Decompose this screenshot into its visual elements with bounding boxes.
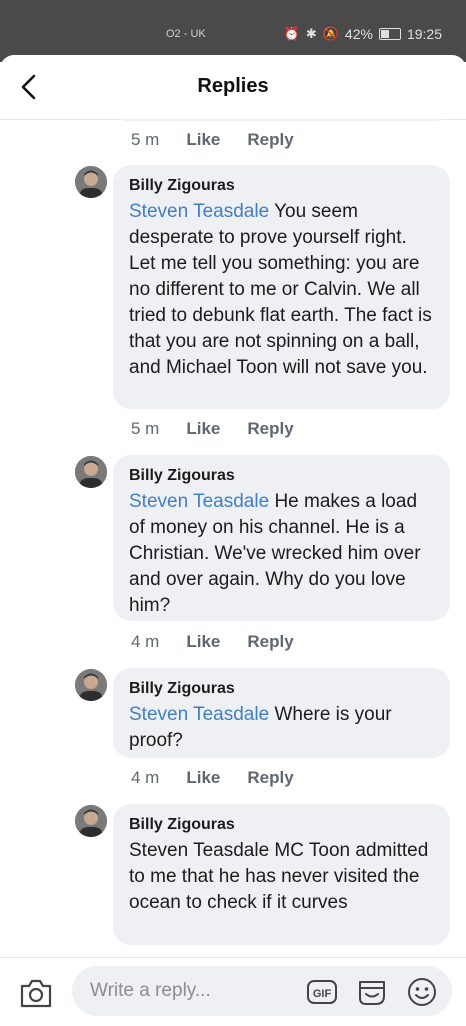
avatar[interactable] xyxy=(75,669,107,701)
comment-bubble: Billy Zigouras Steven Teasdale He makes … xyxy=(113,455,450,621)
comment-time: 5 m xyxy=(131,419,160,438)
emoji-icon[interactable] xyxy=(406,976,438,1008)
page-title: Replies xyxy=(197,75,269,97)
reply-input-container[interactable]: GIF xyxy=(72,966,452,1016)
clock: 19:25 xyxy=(406,26,442,42)
like-button[interactable]: Like xyxy=(186,632,220,652)
status-bar: O2 - UK ⏰ ✱ 🔕 42% 19:25 xyxy=(0,0,466,62)
reply-button[interactable]: Reply xyxy=(247,130,293,150)
mention-link[interactable]: Steven Teasdale xyxy=(129,201,269,222)
carrier-label: O2 - UK xyxy=(166,28,206,40)
comment-text: Steven Teasdale Where is your proof? xyxy=(129,702,436,754)
comment-time: 5 m xyxy=(131,130,160,149)
comment-bubble: Billy Zigouras Steven Teasdale You seem … xyxy=(113,165,450,409)
gif-icon[interactable]: GIF xyxy=(306,976,338,1008)
reply-button[interactable]: Reply xyxy=(247,632,293,652)
alarm-icon: ⏰ xyxy=(283,26,300,41)
comment-actions: 5 m Like Reply xyxy=(131,419,294,439)
mention-link[interactable]: Steven Teasdale xyxy=(129,491,269,512)
avatar[interactable] xyxy=(75,166,107,198)
comment-bubble: Billy Zigouras Steven Teasdale Where is … xyxy=(113,668,450,758)
replies-header: Replies xyxy=(0,55,466,120)
comment-author[interactable]: Billy Zigouras xyxy=(129,175,436,197)
status-icons: ⏰ ✱ 🔕 42% 19:25 xyxy=(284,26,442,42)
mention-link[interactable]: Steven Teasdale xyxy=(129,704,269,725)
reply-composer: GIF xyxy=(0,957,466,1026)
camera-icon[interactable] xyxy=(18,976,54,1010)
bluetooth-icon: ✱ xyxy=(305,26,317,41)
comment-body: You seem desperate to prove yourself rig… xyxy=(129,201,432,378)
comment-author[interactable]: Billy Zigouras xyxy=(129,465,436,487)
avatar[interactable] xyxy=(75,805,107,837)
like-button[interactable]: Like xyxy=(186,419,220,439)
comment-author[interactable]: Billy Zigouras xyxy=(129,678,436,700)
comment-text: Steven Teasdale You seem desperate to pr… xyxy=(129,199,436,381)
composer-icons: GIF xyxy=(306,976,438,1008)
comment-actions: 4 m Like Reply xyxy=(131,632,294,652)
sticker-icon[interactable] xyxy=(356,976,388,1008)
comment-actions: 5 m Like Reply xyxy=(131,130,294,150)
replies-list[interactable]: 5 m Like Reply Billy Zigouras Steven Tea… xyxy=(0,119,466,957)
comment-time: 4 m xyxy=(131,768,160,787)
battery-icon xyxy=(378,28,401,40)
avatar[interactable] xyxy=(75,456,107,488)
mute-icon: 🔕 xyxy=(322,26,339,41)
like-button[interactable]: Like xyxy=(186,768,220,788)
battery-percent: 42% xyxy=(344,26,373,42)
comment-actions: 4 m Like Reply xyxy=(131,768,294,788)
reply-button[interactable]: Reply xyxy=(247,768,293,788)
gif-label: GIF xyxy=(313,988,332,1000)
reply-button[interactable]: Reply xyxy=(247,419,293,439)
reply-input[interactable] xyxy=(88,979,292,1003)
comment-bubble: Billy Zigouras Steven Teasdale MC Toon a… xyxy=(113,804,450,945)
comment-text: Steven Teasdale He makes a load of money… xyxy=(129,489,436,619)
comment-author[interactable]: Billy Zigouras xyxy=(129,814,436,836)
like-button[interactable]: Like xyxy=(186,130,220,150)
previous-comment-bubble xyxy=(113,119,450,121)
comment-time: 4 m xyxy=(131,632,160,651)
comment-body: Steven Teasdale MC Toon admitted to me t… xyxy=(129,840,429,913)
